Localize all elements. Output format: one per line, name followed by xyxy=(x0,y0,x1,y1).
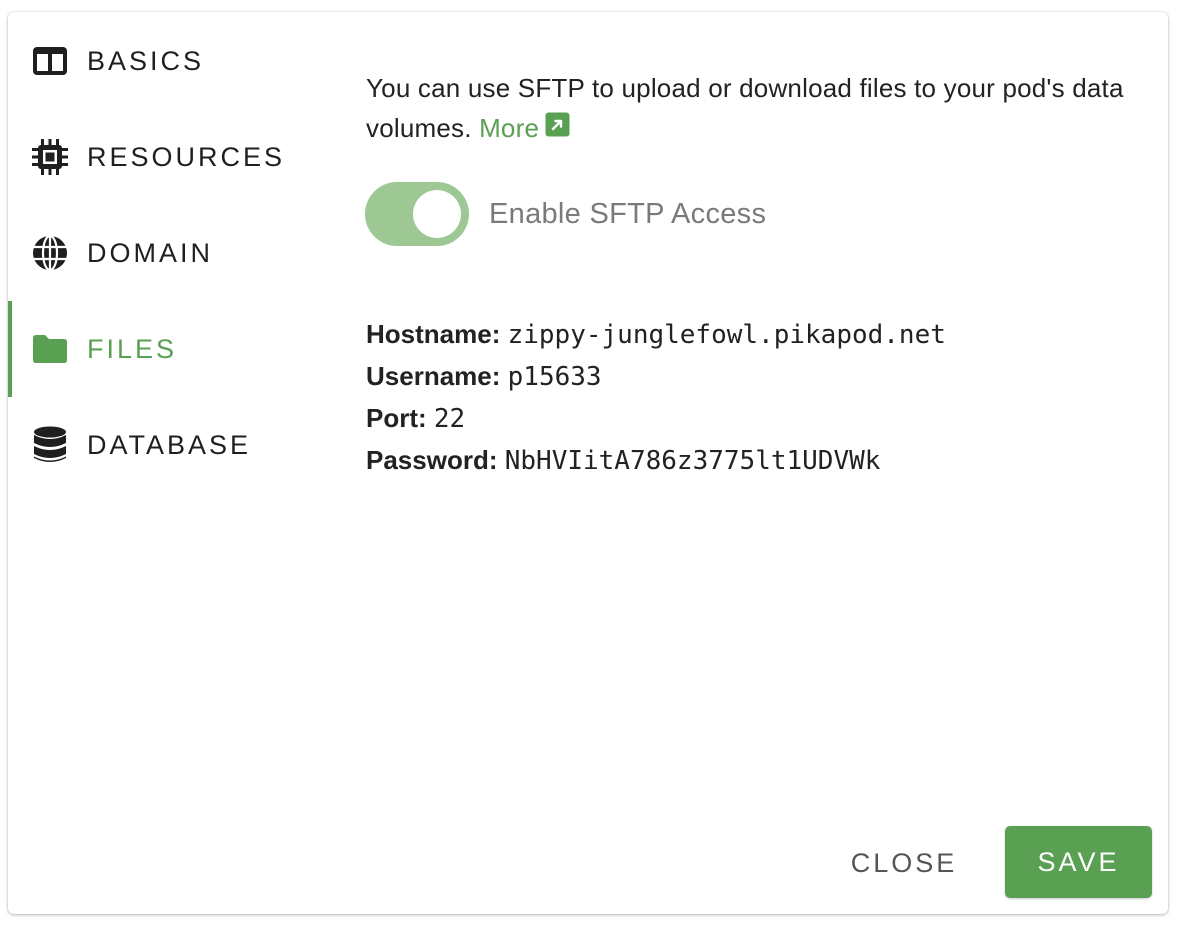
sftp-toggle-row: Enable SFTP Access xyxy=(365,182,766,246)
database-icon xyxy=(30,425,70,465)
sftp-description: You can use SFTP to upload or download f… xyxy=(366,68,1126,148)
credential-key: Password: xyxy=(366,445,498,475)
sidebar-item-database[interactable]: DATABASE xyxy=(8,397,308,493)
credential-key: Hostname: xyxy=(366,319,501,349)
sidebar-item-label: DOMAIN xyxy=(87,237,213,268)
sidebar-item-resources[interactable]: RESOURCES xyxy=(8,109,308,205)
credential-key: Port: xyxy=(366,403,427,433)
credential-value: NbHVIitA786z3775lt1UDVWk xyxy=(504,446,881,476)
sidebar-item-files[interactable]: FILES xyxy=(8,301,308,397)
sidebar-item-label: DATABASE xyxy=(87,429,252,460)
settings-dialog: BASICS RESOURCES DOMAIN FILES DATABASE Y… xyxy=(8,12,1168,914)
sftp-credentials: Hostname: zippy-junglefowl.pikapod.net U… xyxy=(366,314,946,482)
sidebar-item-label: RESOURCES xyxy=(87,141,286,172)
more-link-label: More xyxy=(479,113,540,143)
sidebar-item-domain[interactable]: DOMAIN xyxy=(8,205,308,301)
sidebar-item-label: BASICS xyxy=(87,45,205,76)
active-indicator xyxy=(8,301,12,397)
credential-value: p15633 xyxy=(507,362,602,392)
credential-port: Port: 22 xyxy=(366,398,946,440)
credential-key: Username: xyxy=(366,361,501,391)
save-button[interactable]: SAVE xyxy=(1005,826,1152,898)
sftp-toggle[interactable] xyxy=(365,182,469,246)
sftp-toggle-label: Enable SFTP Access xyxy=(489,197,767,230)
credential-value: 22 xyxy=(433,404,466,434)
folder-icon xyxy=(30,329,70,369)
close-button[interactable]: CLOSE xyxy=(830,828,978,898)
credential-password: Password: NbHVIitA786z3775lt1UDVWk xyxy=(366,440,946,482)
credential-value: zippy-junglefowl.pikapod.net xyxy=(507,320,946,350)
credential-hostname: Hostname: zippy-junglefowl.pikapod.net xyxy=(366,314,946,356)
sidebar-item-label: FILES xyxy=(87,333,178,364)
more-link[interactable]: More xyxy=(479,112,570,143)
columns-icon xyxy=(30,41,70,81)
sidebar: BASICS RESOURCES DOMAIN FILES DATABASE xyxy=(8,12,308,492)
sidebar-item-basics[interactable]: BASICS xyxy=(8,13,308,109)
globe-icon xyxy=(30,233,70,273)
credential-username: Username: p15633 xyxy=(366,356,946,398)
chip-icon xyxy=(30,137,70,177)
external-link-icon xyxy=(545,108,570,148)
toggle-knob xyxy=(413,190,461,238)
